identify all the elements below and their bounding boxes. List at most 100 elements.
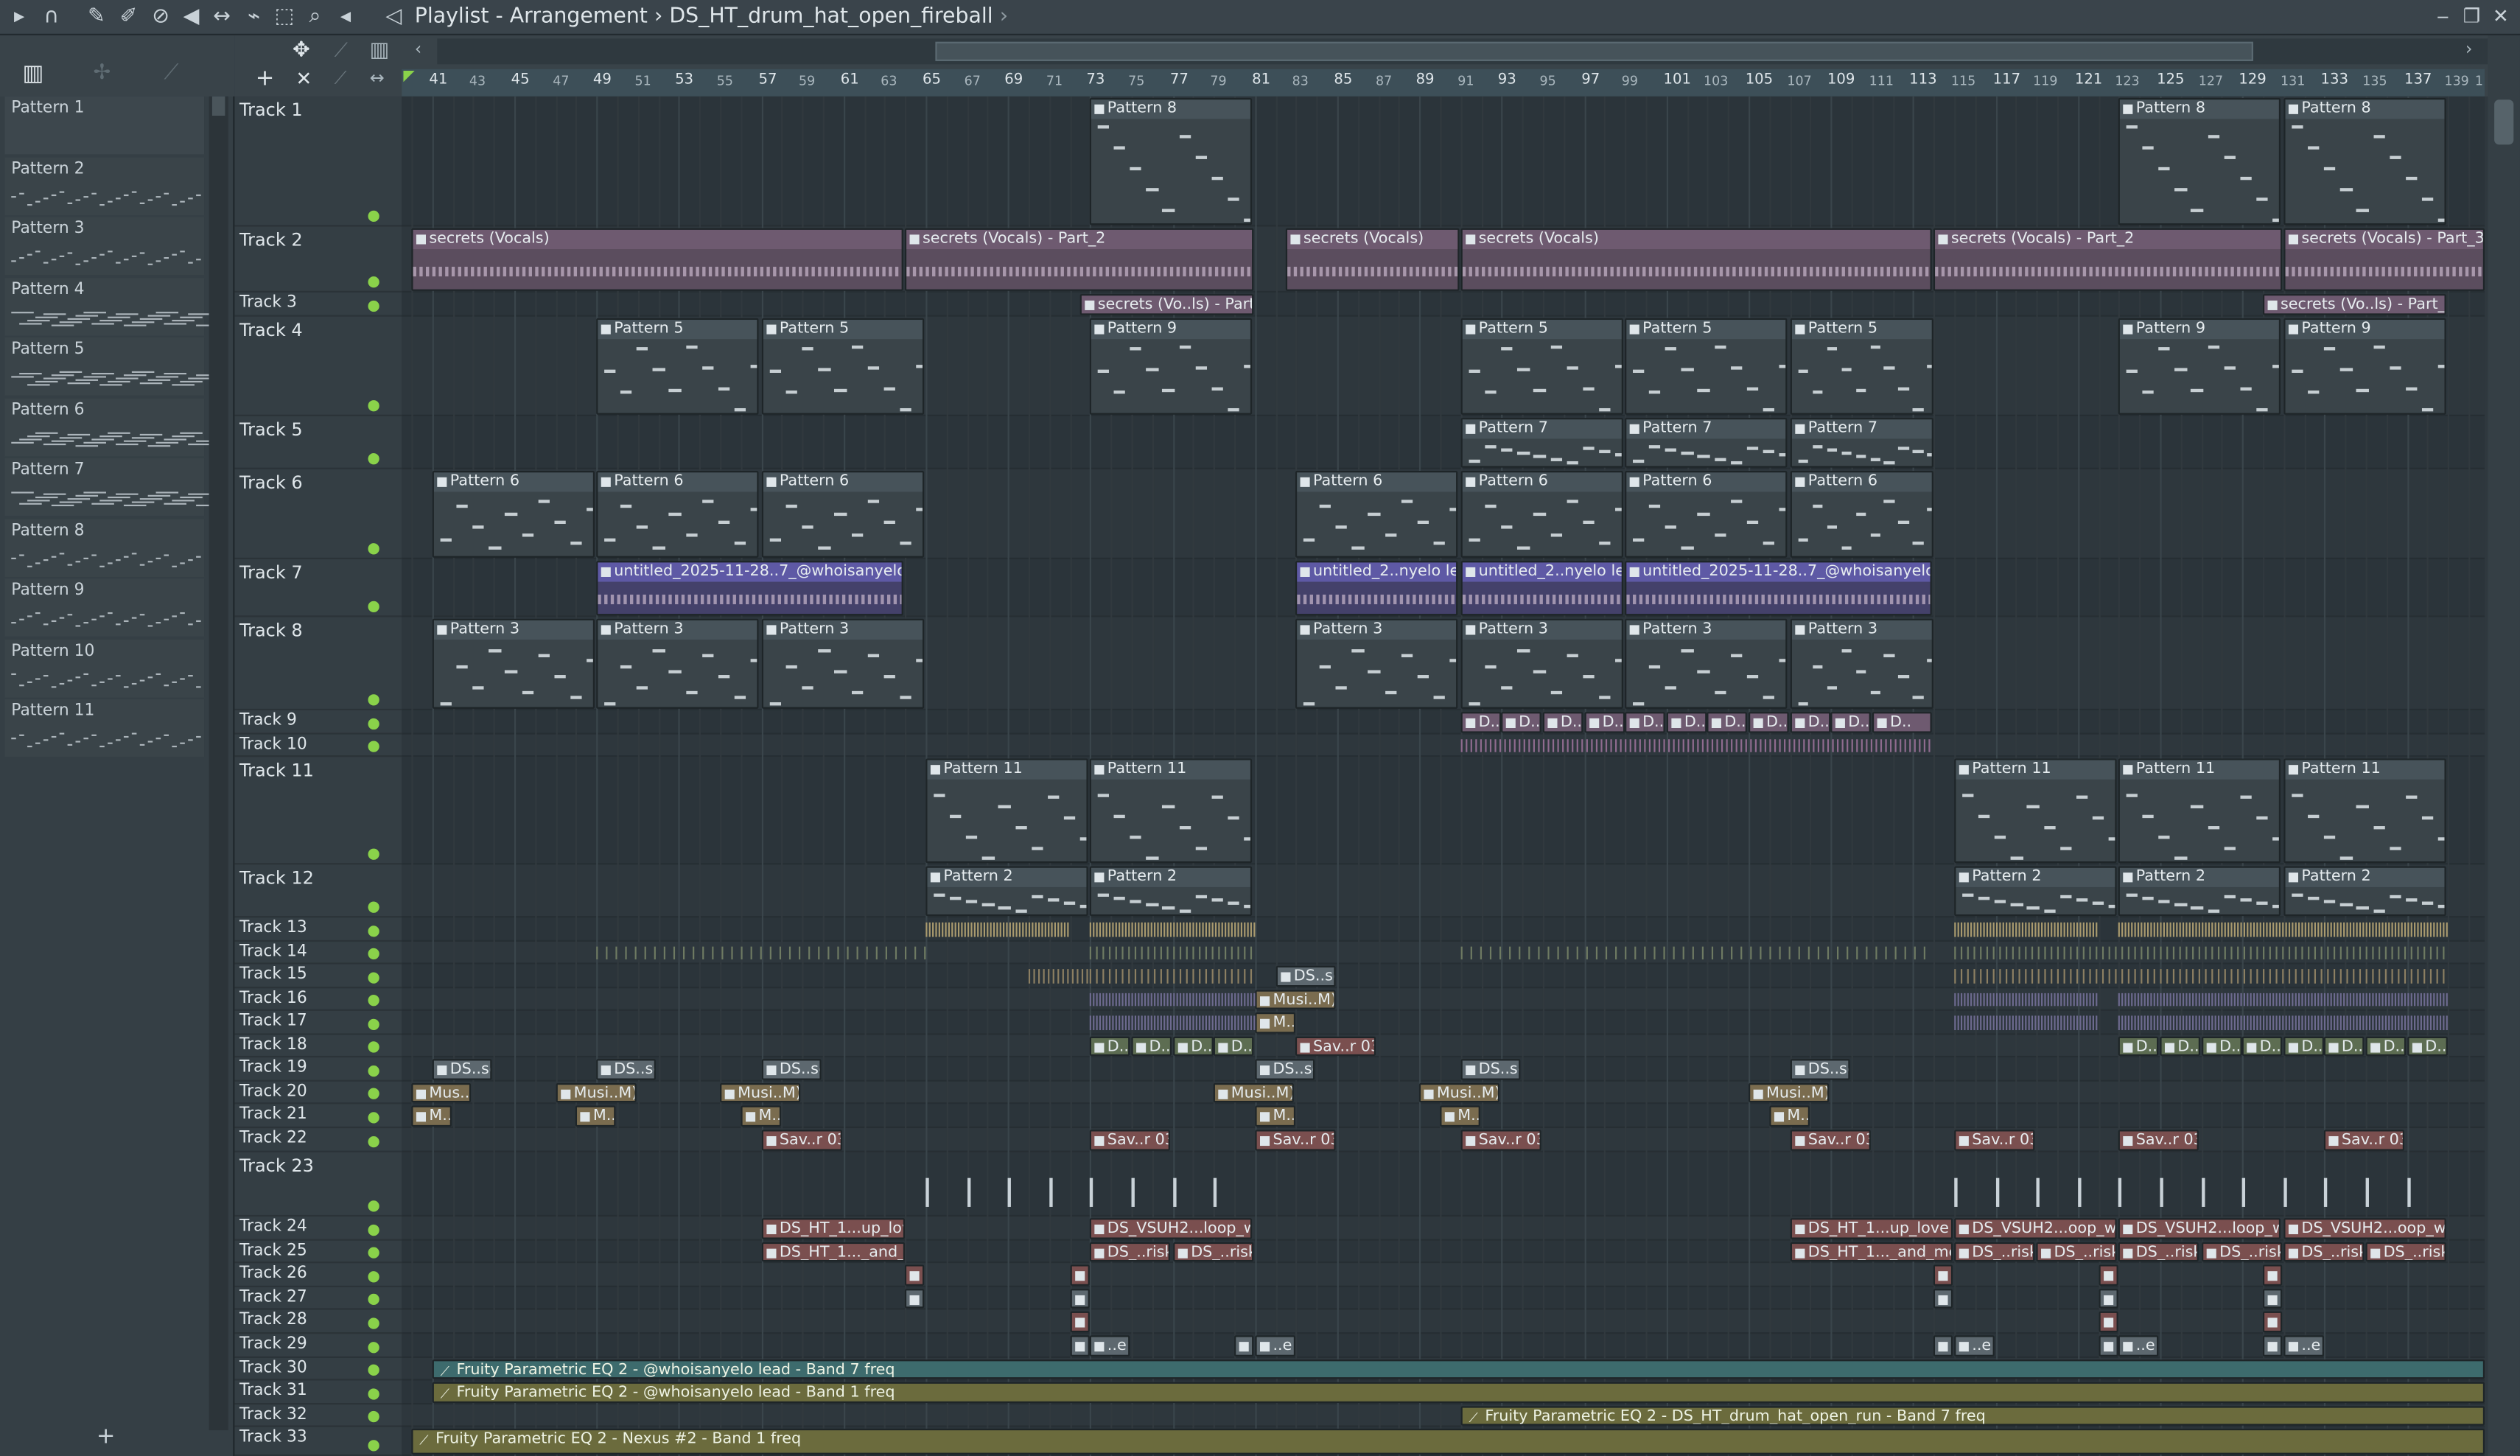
pattern-clip[interactable]: Pattern 3 (1460, 618, 1623, 709)
overview-viewport[interactable] (935, 41, 2253, 61)
track-name[interactable]: Track 20 (239, 1083, 307, 1101)
track-header[interactable]: Track 32 (234, 1404, 402, 1427)
track-name[interactable]: Track 13 (239, 920, 307, 937)
track-mute-led[interactable] (368, 1364, 379, 1376)
audio-clip[interactable]: D.. (1749, 712, 1789, 733)
track-name[interactable]: Track 2 (239, 230, 303, 251)
track-header[interactable]: Track 25 (234, 1241, 402, 1264)
pattern-clip[interactable]: Pattern 8 (2118, 98, 2281, 225)
track-header[interactable]: Track 28 (234, 1310, 402, 1334)
audio-clip[interactable]: D.. (2202, 1036, 2242, 1056)
audio-clip[interactable]: DS_HT_1..._and_me (761, 1242, 905, 1262)
audio-clip[interactable] (2099, 1335, 2118, 1357)
audio-clip[interactable] (1933, 1264, 1953, 1286)
track-mute-led[interactable] (368, 972, 379, 984)
track-header[interactable]: Track 9 (234, 710, 402, 735)
shuffle-icon[interactable]: ✢ (94, 61, 111, 85)
automation-clip[interactable]: Fruity Parametric EQ 2 - @whoisanyelo le… (432, 1359, 2485, 1379)
automation-clip[interactable]: Fruity Parametric EQ 2 - DS_HT_drum_hat_… (1460, 1406, 2485, 1426)
pattern-clip[interactable]: Pattern 6 (761, 471, 925, 558)
audio-clip[interactable]: D.. (1625, 712, 1665, 733)
track-header[interactable]: Track 14 (234, 942, 402, 965)
track-name[interactable]: Track 21 (239, 1106, 307, 1124)
track-header[interactable]: Track 18 (234, 1035, 402, 1058)
pattern-clip[interactable]: Pattern 6 (596, 471, 759, 558)
chevron-right-icon[interactable]: › (2465, 38, 2473, 59)
audio-clip[interactable]: untitled_2025-11-28..7_@whoisanyelo lead (1625, 561, 1932, 616)
track-name[interactable]: Track 18 (239, 1037, 307, 1054)
track-header[interactable]: Track 5 (234, 416, 402, 469)
track-lane[interactable] (402, 1057, 2485, 1082)
track-mute-led[interactable] (368, 848, 379, 860)
automation-clip[interactable]: Fruity Parametric EQ 2 - Nexus #2 - Band… (411, 1428, 2485, 1455)
pattern-item[interactable]: Pattern 1 (4, 96, 205, 155)
pattern-clip[interactable]: Pattern 2 (925, 866, 1088, 917)
track-lane[interactable] (402, 1334, 2485, 1358)
pattern-clip[interactable]: Pattern 11 (2118, 758, 2281, 864)
pattern-clip[interactable]: Pattern 7 (1460, 418, 1623, 468)
vertical-scrollbar[interactable] (2488, 35, 2520, 1456)
pattern-clip[interactable]: Pattern 5 (1625, 318, 1788, 415)
audio-clip[interactable] (2263, 1311, 2283, 1333)
pattern-item[interactable]: Pattern 5 (4, 337, 219, 396)
track-header[interactable]: Track 12 (234, 864, 402, 918)
audio-clip[interactable] (1070, 1335, 1090, 1357)
pattern-clip[interactable]: Pattern 5 (596, 318, 759, 415)
audio-clip[interactable]: DS..se (1790, 1059, 1850, 1080)
pattern-item[interactable]: Pattern 4 (4, 277, 219, 335)
pattern-clip[interactable]: Pattern 7 (1625, 418, 1788, 468)
current-item-name[interactable]: DS_HT_drum_hat_open_fireball (669, 5, 993, 29)
audio-clip[interactable]: M.. (741, 1105, 782, 1127)
audio-clip[interactable]: DS_VSUH2...loop_word (2118, 1218, 2281, 1239)
pattern-clip[interactable]: Pattern 2 (1089, 866, 1253, 917)
audio-clip[interactable]: D.. (1131, 1036, 1172, 1056)
track-name[interactable]: Track 5 (239, 419, 303, 440)
audio-clip[interactable]: D.. (2241, 1036, 2283, 1056)
delete-icon[interactable]: ⊘ (148, 5, 174, 31)
audio-clip[interactable]: DS..se (1460, 1059, 1521, 1080)
track-mute-led[interactable] (368, 694, 379, 706)
track-mute-led[interactable] (368, 1224, 379, 1236)
audio-clip[interactable]: secrets (Vocals) - Part_3 (2283, 228, 2485, 291)
pattern-clip[interactable]: Pattern 11 (925, 758, 1088, 864)
track-header[interactable]: Track 33 (234, 1427, 402, 1456)
audio-clip[interactable]: DS_VSUH2...oop_word (1954, 1218, 2117, 1239)
track-name[interactable]: Track 3 (239, 294, 297, 312)
pattern-item[interactable]: Pattern 6 (4, 397, 219, 456)
track-header[interactable]: Track 1 (234, 97, 402, 227)
track-name[interactable]: Track 14 (239, 943, 307, 961)
track-mute-led[interactable] (368, 925, 379, 937)
audio-clip[interactable] (904, 1289, 925, 1309)
track-mute-led[interactable] (368, 1065, 379, 1077)
track-mute-led[interactable] (368, 1112, 379, 1124)
audio-clip[interactable]: Musi..M) (1213, 1083, 1294, 1103)
audio-clip[interactable]: DS_HT_1...up_love (1790, 1218, 1953, 1239)
audio-clip[interactable]: D.. (1707, 712, 1747, 733)
track-header[interactable]: Track 13 (234, 917, 402, 942)
audio-clip[interactable] (2263, 1264, 2283, 1286)
track-mute-led[interactable] (368, 601, 379, 612)
audio-clip[interactable]: DS..se (432, 1059, 492, 1080)
track-lane[interactable] (402, 710, 2485, 735)
pattern-item[interactable]: Pattern 7 (4, 458, 219, 517)
audio-clip[interactable]: M.. (1440, 1105, 1480, 1127)
audio-clip[interactable] (1070, 1289, 1090, 1309)
audio-clip[interactable]: Musi..M) (720, 1083, 801, 1103)
track-header[interactable]: Track 26 (234, 1263, 402, 1287)
add-track-button[interactable]: + (256, 66, 275, 91)
audio-clip[interactable]: M.. (575, 1105, 616, 1127)
track-name[interactable]: Track 26 (239, 1264, 307, 1282)
track-header[interactable]: Track 4 (234, 317, 402, 416)
track-name[interactable]: Track 4 (239, 320, 303, 340)
audio-clip[interactable]: D.. (1213, 1036, 1254, 1056)
track-mute-led[interactable] (368, 718, 379, 730)
audio-clip[interactable]: ..e (1954, 1335, 1995, 1357)
track-mute-led[interactable] (368, 300, 379, 312)
pattern-clip[interactable]: Pattern 6 (1295, 471, 1458, 558)
select-icon[interactable]: ⬚ (272, 5, 298, 31)
audio-clip[interactable]: DS_HT_1...up_love (761, 1218, 905, 1239)
track-name[interactable]: Track 1 (239, 99, 303, 120)
audio-clip[interactable] (2263, 1289, 2283, 1309)
audio-clip[interactable] (1234, 1335, 1254, 1357)
slice-icon[interactable]: ⌁ (241, 5, 267, 31)
